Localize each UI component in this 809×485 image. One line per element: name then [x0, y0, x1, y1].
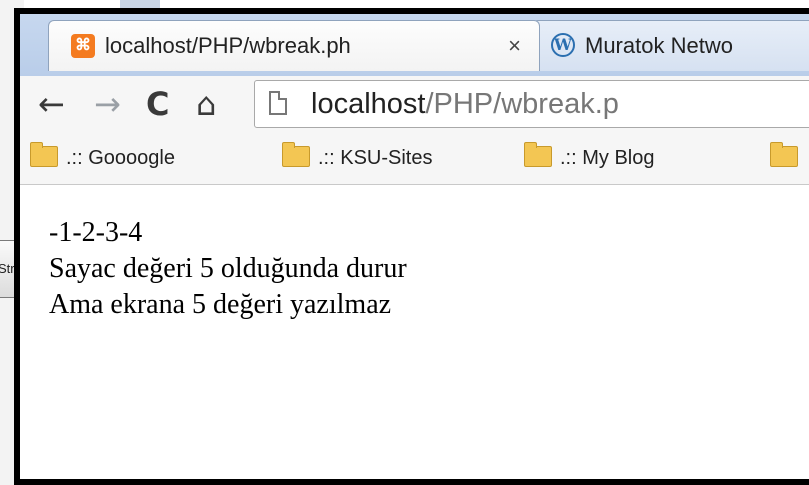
url-path: /PHP/wbreak.p — [425, 88, 619, 120]
browser-window: ⌘ localhost/PHP/wbreak.ph × W Muratok Ne… — [14, 8, 809, 485]
folder-icon — [30, 142, 58, 168]
output-line-counter: -1-2-3-4 — [49, 217, 143, 248]
wordpress-icon: W — [551, 33, 575, 57]
url-text: localhost/PHP/wbreak.p — [311, 81, 619, 127]
folder-icon — [770, 142, 798, 168]
url-host: localhost — [311, 88, 426, 120]
bookmark-ksu-sites[interactable]: .:: KSU-Sites — [282, 132, 432, 184]
home-icon[interactable]: ⌂ — [196, 82, 216, 126]
bookmark-label: .:: Goooogle — [66, 147, 175, 169]
bookmark-my-blog[interactable]: .:: My Blog — [524, 132, 654, 184]
tab-strip: ⌘ localhost/PHP/wbreak.ph × W Muratok Ne… — [20, 14, 809, 76]
back-arrow-icon[interactable]: ← — [38, 82, 65, 126]
tab-wbreak[interactable]: ⌘ localhost/PHP/wbreak.ph × — [48, 20, 540, 71]
reload-icon[interactable]: C — [146, 82, 169, 126]
tab-muratok[interactable]: W Muratok Netwo — [532, 20, 809, 71]
folder-icon — [524, 142, 552, 168]
folder-icon — [282, 142, 310, 168]
bookmark-label: .:: KSU-Sites — [318, 147, 433, 169]
bookmarks-bar: .:: Goooogle .:: KSU-Sites .:: My Blog — [20, 132, 809, 185]
bookmark-label: .:: My Blog — [560, 147, 655, 169]
output-line-note: Ama ekrana 5 değeri yazılmaz — [49, 289, 392, 320]
navigation-toolbar: ← → C ⌂ localhost/PHP/wbreak.p — [20, 76, 809, 132]
tab-title: Muratok Netwo — [585, 33, 733, 58]
page-icon — [269, 91, 287, 115]
address-bar[interactable]: localhost/PHP/wbreak.p — [254, 80, 809, 128]
tab-title: localhost/PHP/wbreak.ph — [105, 33, 351, 58]
page-content: -1-2-3-4 Sayac değeri 5 olduğunda durur … — [20, 185, 809, 479]
output-line-stop: Sayac değeri 5 olduğunda durur — [49, 253, 407, 284]
bookmark-goooogle[interactable]: .:: Goooogle — [30, 132, 175, 184]
close-icon[interactable]: × — [508, 21, 521, 71]
background-window-edge — [120, 0, 160, 8]
bookmark-more[interactable] — [770, 132, 806, 184]
forward-arrow-icon[interactable]: → — [94, 82, 121, 126]
xampp-favicon-icon: ⌘ — [71, 34, 95, 58]
